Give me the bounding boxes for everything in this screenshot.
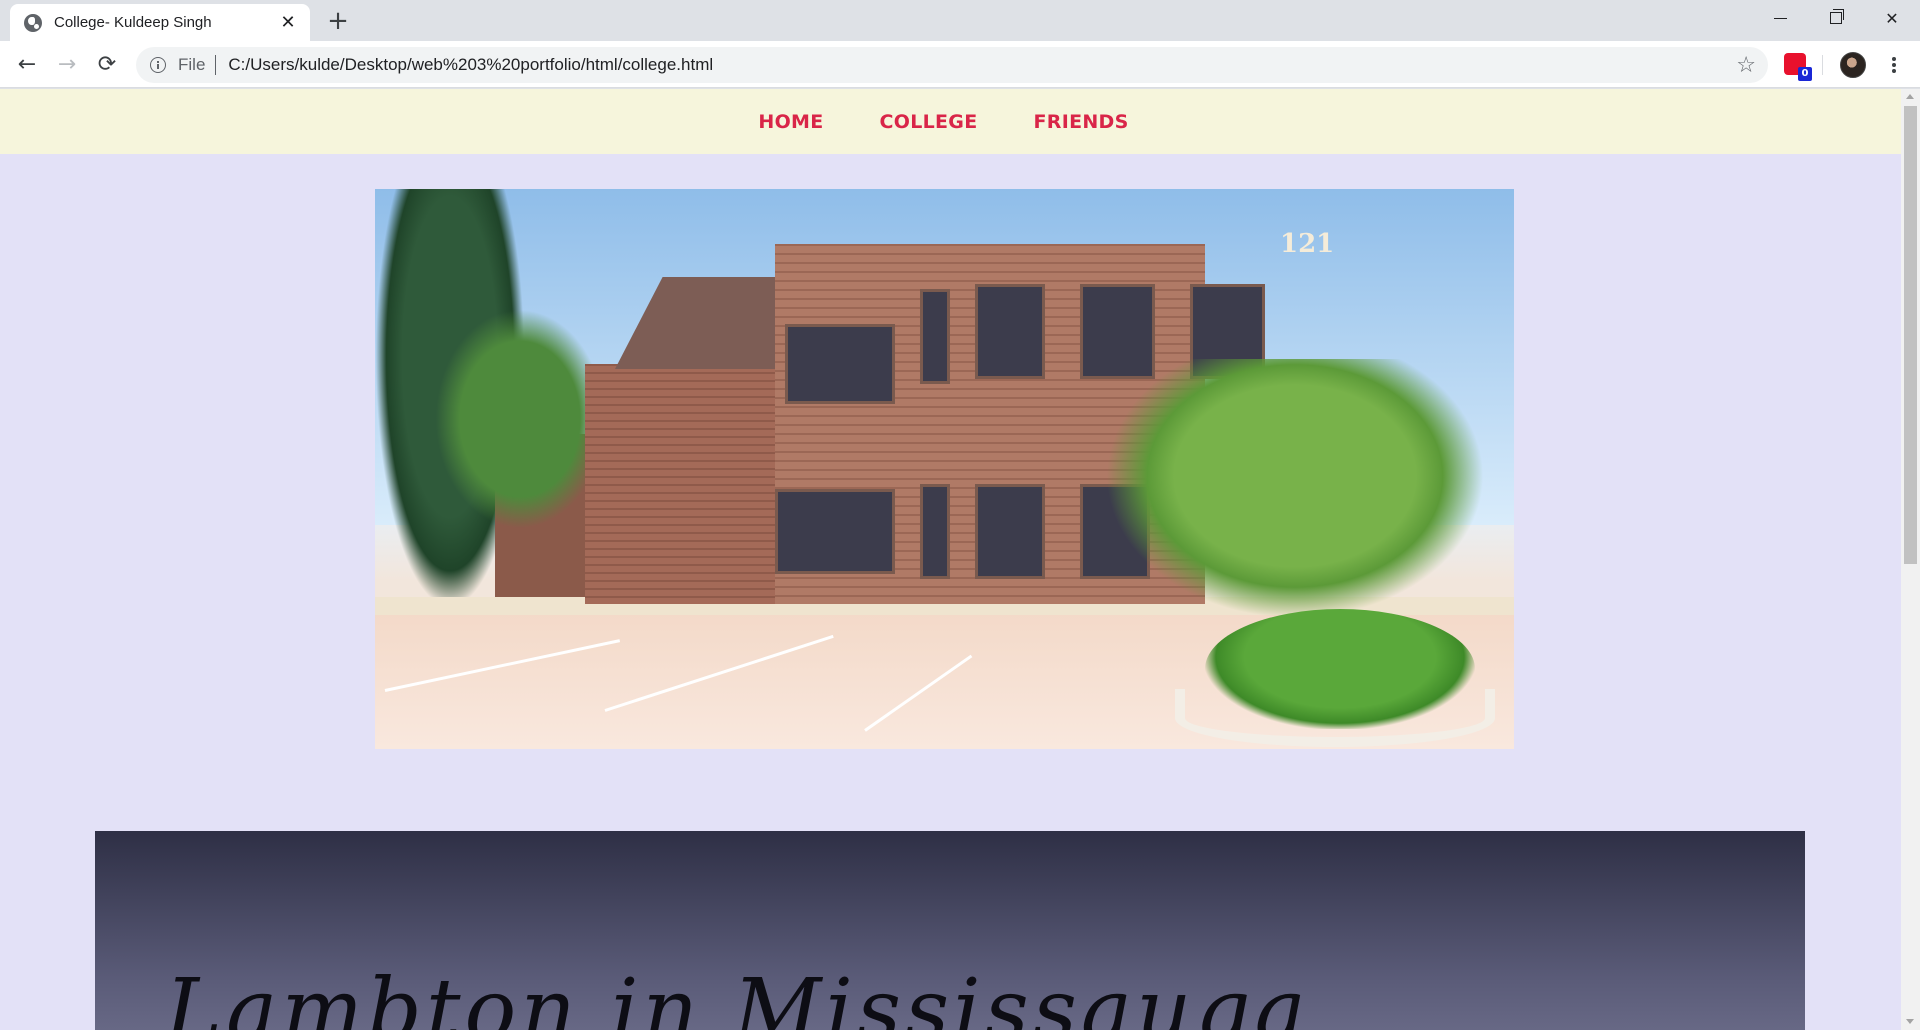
info-icon[interactable] xyxy=(150,57,166,73)
back-arrow-icon: ← xyxy=(17,51,37,77)
back-button[interactable]: ← xyxy=(12,49,42,79)
profile-avatar[interactable] xyxy=(1840,52,1866,78)
browser-tab[interactable]: College- Kuldeep Singh ✕ xyxy=(10,4,310,41)
bookmark-star-icon[interactable]: ☆ xyxy=(1736,53,1756,78)
address-separator xyxy=(215,55,217,75)
reload-button[interactable]: ⟳ xyxy=(92,49,122,79)
campus-section: Lambton in Mississauga xyxy=(95,831,1805,1030)
college-building-image: 121 xyxy=(375,189,1514,749)
minimize-icon xyxy=(1773,17,1787,19)
tab-close-icon[interactable]: ✕ xyxy=(278,12,298,33)
reload-icon: ⟳ xyxy=(97,51,117,77)
restore-icon xyxy=(1830,9,1844,24)
nav-friends-link[interactable]: FRIENDS xyxy=(1033,111,1128,133)
nav-college-link[interactable]: COLLEGE xyxy=(880,111,978,133)
site-nav: HOME COLLEGE FRIENDS xyxy=(0,89,1901,154)
extension-badge: 0 xyxy=(1798,67,1812,81)
building-number-sign: 121 xyxy=(1280,229,1335,259)
nav-home-link[interactable]: HOME xyxy=(758,111,823,133)
scroll-down-icon[interactable] xyxy=(1906,1019,1914,1024)
toolbar-separator xyxy=(1822,55,1823,75)
page-scrollbar[interactable] xyxy=(1901,89,1920,1030)
restore-button[interactable] xyxy=(1808,0,1864,36)
tab-title: College- Kuldeep Singh xyxy=(54,14,212,31)
address-bar[interactable]: File C:/Users/kulde/Desktop/web%203%20po… xyxy=(136,47,1768,83)
page-viewport: HOME COLLEGE FRIENDS 121 Lambton in Miss… xyxy=(0,89,1920,1030)
window-close-button[interactable]: ✕ xyxy=(1864,0,1920,36)
url-text[interactable]: C:/Users/kulde/Desktop/web%203%20portfol… xyxy=(228,55,713,75)
new-tab-button[interactable]: + xyxy=(324,8,352,36)
forward-button[interactable]: → xyxy=(52,49,82,79)
browser-toolbar: ← → ⟳ File C:/Users/kulde/Desktop/web%20… xyxy=(0,41,1920,88)
browser-menu-icon[interactable] xyxy=(1884,53,1904,77)
window-controls: ✕ xyxy=(1752,0,1920,36)
close-icon: ✕ xyxy=(1885,8,1899,28)
campus-heading: Lambton in Mississauga xyxy=(165,961,1310,1030)
forward-arrow-icon: → xyxy=(57,51,77,77)
tab-strip: College- Kuldeep Singh ✕ + ✕ xyxy=(0,0,1920,41)
scroll-up-icon[interactable] xyxy=(1906,94,1914,99)
minimize-button[interactable] xyxy=(1752,0,1808,36)
scrollbar-thumb[interactable] xyxy=(1904,106,1917,564)
scheme-label: File xyxy=(178,55,206,74)
globe-icon xyxy=(24,13,42,32)
